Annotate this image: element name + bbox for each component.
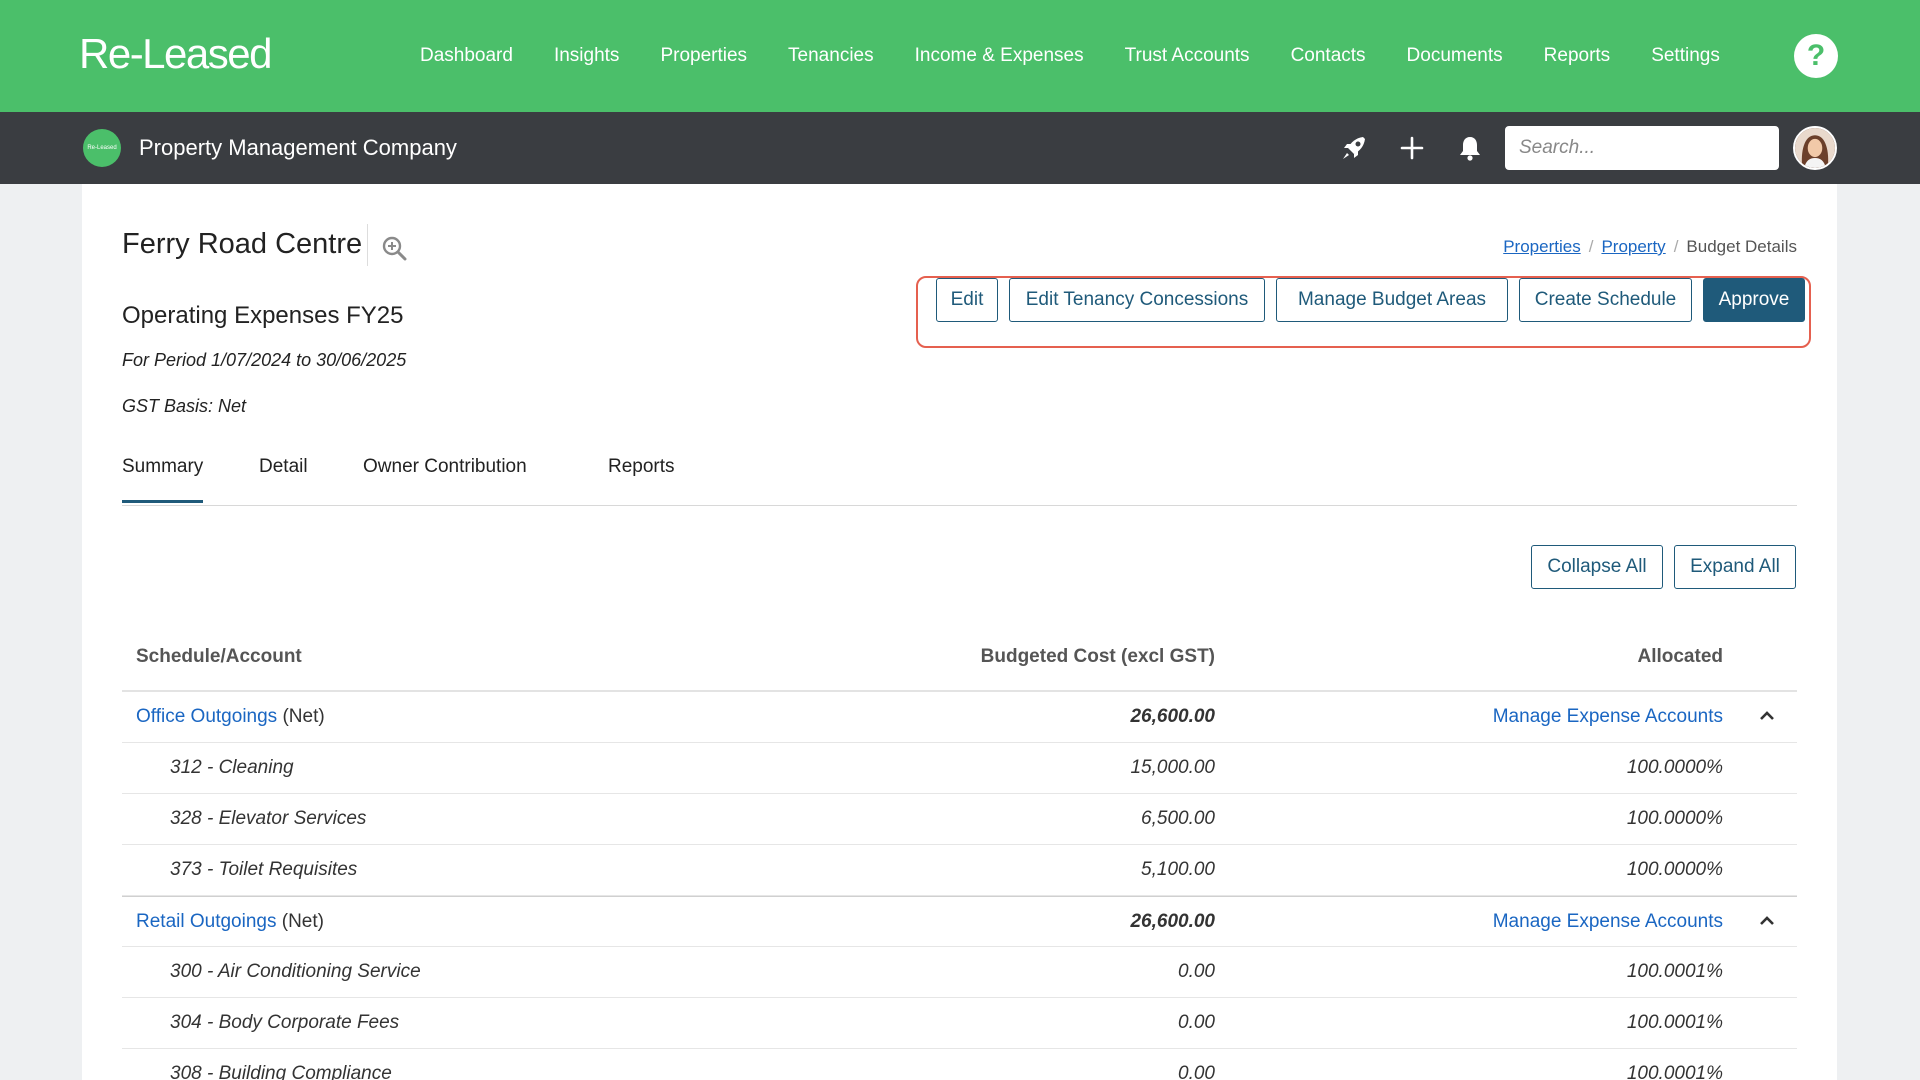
- schedule-basis: (Net): [281, 911, 324, 932]
- account-name: 328 - Elevator Services: [170, 808, 367, 829]
- budget-amount: 6,500.00: [1141, 808, 1215, 829]
- breadcrumb-current: Budget Details: [1686, 237, 1797, 256]
- chevron-up-icon[interactable]: [1757, 706, 1777, 726]
- breadcrumb-properties[interactable]: Properties: [1503, 237, 1580, 256]
- zoom-in-icon[interactable]: [380, 234, 408, 262]
- budget-amount: 15,000.00: [1130, 757, 1215, 778]
- title-divider: [367, 224, 368, 266]
- nav-insights[interactable]: Insights: [554, 45, 619, 67]
- schedule-name-cell: Office Outgoings (Net): [136, 706, 325, 728]
- search-input[interactable]: [1505, 126, 1779, 170]
- schedule-link[interactable]: Office Outgoings: [136, 706, 277, 727]
- account-name: 308 - Building Compliance: [170, 1063, 392, 1080]
- table-row: 308 - Building Compliance 0.00 100.0001%: [122, 1049, 1797, 1080]
- tab-reports[interactable]: Reports: [608, 456, 675, 500]
- schedule-name-cell: Retail Outgoings (Net): [136, 911, 324, 933]
- schedule-total: 26,600.00: [1130, 911, 1215, 932]
- manage-expense-accounts-link[interactable]: Manage Expense Accounts: [1493, 911, 1723, 933]
- column-header-account: Schedule/Account: [136, 646, 302, 667]
- table-row: 328 - Elevator Services 6,500.00 100.000…: [122, 794, 1797, 845]
- schedule-total: 26,600.00: [1130, 706, 1215, 727]
- allocated-percent: 100.0001%: [1626, 1063, 1723, 1080]
- user-avatar[interactable]: [1793, 126, 1837, 170]
- table-row: 312 - Cleaning 15,000.00 100.0000%: [122, 743, 1797, 794]
- column-header-allocated: Allocated: [1637, 646, 1723, 667]
- account-name: 312 - Cleaning: [170, 757, 294, 778]
- tab-owner-contribution[interactable]: Owner Contribution: [363, 456, 527, 500]
- budget-details-card: Ferry Road Centre Properties / Property / Bu…: [82, 184, 1837, 1080]
- nav-settings[interactable]: Settings: [1651, 45, 1720, 67]
- column-header-budgeted-cost: Budgeted Cost (excl GST): [980, 646, 1215, 667]
- budget-amount: 0.00: [1178, 961, 1215, 982]
- account-name: 300 - Air Conditioning Service: [170, 961, 421, 982]
- rocket-icon[interactable]: [1338, 132, 1370, 164]
- nav-reports[interactable]: Reports: [1544, 45, 1611, 67]
- allocated-percent: 100.0000%: [1626, 808, 1723, 829]
- breadcrumb-separator: /: [1588, 237, 1594, 256]
- allocated-percent: 100.0001%: [1626, 1012, 1723, 1033]
- bell-icon[interactable]: [1454, 132, 1486, 164]
- nav-trust-accounts[interactable]: Trust Accounts: [1125, 45, 1250, 67]
- page-title: Ferry Road Centre: [122, 228, 363, 260]
- breadcrumb: Properties / Property / Budget Details: [1503, 237, 1797, 257]
- allocated-percent: 100.0000%: [1626, 757, 1723, 778]
- table-row: 373 - Toilet Requisites 5,100.00 100.000…: [122, 845, 1797, 896]
- nav-income-expenses[interactable]: Income & Expenses: [915, 45, 1084, 67]
- allocated-percent: 100.0000%: [1626, 859, 1723, 880]
- schedule-link[interactable]: Retail Outgoings: [136, 911, 276, 932]
- nav-dashboard[interactable]: Dashboard: [420, 45, 513, 67]
- tab-summary[interactable]: Summary: [122, 456, 204, 503]
- budget-amount: 0.00: [1178, 1063, 1215, 1080]
- nav-contacts[interactable]: Contacts: [1291, 45, 1366, 67]
- budget-amount: 5,100.00: [1141, 859, 1215, 880]
- plus-icon[interactable]: [1396, 132, 1428, 164]
- table-header: Schedule/Account Budgeted Cost (excl GST…: [122, 624, 1797, 692]
- edit-button[interactable]: Edit: [936, 278, 998, 322]
- budget-amount: 0.00: [1178, 1012, 1215, 1033]
- allocated-percent: 100.0001%: [1626, 961, 1723, 982]
- gst-basis: GST Basis: Net: [122, 396, 247, 416]
- organisation-bar: Re-Leased Property Management Company: [0, 112, 1920, 184]
- budget-tabs: Summary Detail Owner Contribution Report…: [122, 456, 1797, 506]
- budget-period: For Period 1/07/2024 to 30/06/2025: [122, 350, 407, 370]
- budget-actions-group: Edit Edit Tenancy Concessions Manage Bud…: [916, 276, 1811, 348]
- collapse-all-button[interactable]: Collapse All: [1531, 545, 1663, 589]
- re-leased-logo[interactable]: Re-Leased: [79, 30, 272, 78]
- nav-properties[interactable]: Properties: [660, 45, 747, 67]
- edit-tenancy-concessions-button[interactable]: Edit Tenancy Concessions: [1009, 278, 1265, 322]
- breadcrumb-property[interactable]: Property: [1601, 237, 1665, 256]
- tab-detail[interactable]: Detail: [259, 456, 308, 500]
- table-row: 300 - Air Conditioning Service 0.00 100.…: [122, 947, 1797, 998]
- table-row: 304 - Body Corporate Fees 0.00 100.0001%: [122, 998, 1797, 1049]
- manage-budget-areas-button[interactable]: Manage Budget Areas: [1276, 278, 1508, 322]
- breadcrumb-separator: /: [1673, 237, 1679, 256]
- schedule-row-office-outgoings: Office Outgoings (Net) 26,600.00 Manage …: [122, 692, 1797, 743]
- expand-all-button[interactable]: Expand All: [1674, 545, 1796, 589]
- organisation-logo: Re-Leased: [83, 129, 121, 167]
- budget-name: Operating Expenses FY25: [122, 302, 404, 329]
- nav-tenancies[interactable]: Tenancies: [788, 45, 874, 67]
- help-icon[interactable]: ?: [1794, 34, 1838, 78]
- schedule-row-retail-outgoings: Retail Outgoings (Net) 26,600.00 Manage …: [122, 896, 1797, 947]
- approve-button[interactable]: Approve: [1703, 278, 1805, 322]
- account-name: 304 - Body Corporate Fees: [170, 1012, 400, 1033]
- chevron-up-icon[interactable]: [1757, 911, 1777, 931]
- nav-documents[interactable]: Documents: [1407, 45, 1503, 67]
- top-navigation: Re-Leased Dashboard Insights Properties …: [0, 0, 1920, 112]
- account-name: 373 - Toilet Requisites: [170, 859, 358, 880]
- main-nav-links: Dashboard Insights Properties Tenancies …: [420, 0, 1761, 112]
- create-schedule-button[interactable]: Create Schedule: [1519, 278, 1692, 322]
- schedule-basis: (Net): [282, 706, 325, 727]
- manage-expense-accounts-link[interactable]: Manage Expense Accounts: [1493, 706, 1723, 728]
- organisation-name[interactable]: Property Management Company: [139, 135, 457, 161]
